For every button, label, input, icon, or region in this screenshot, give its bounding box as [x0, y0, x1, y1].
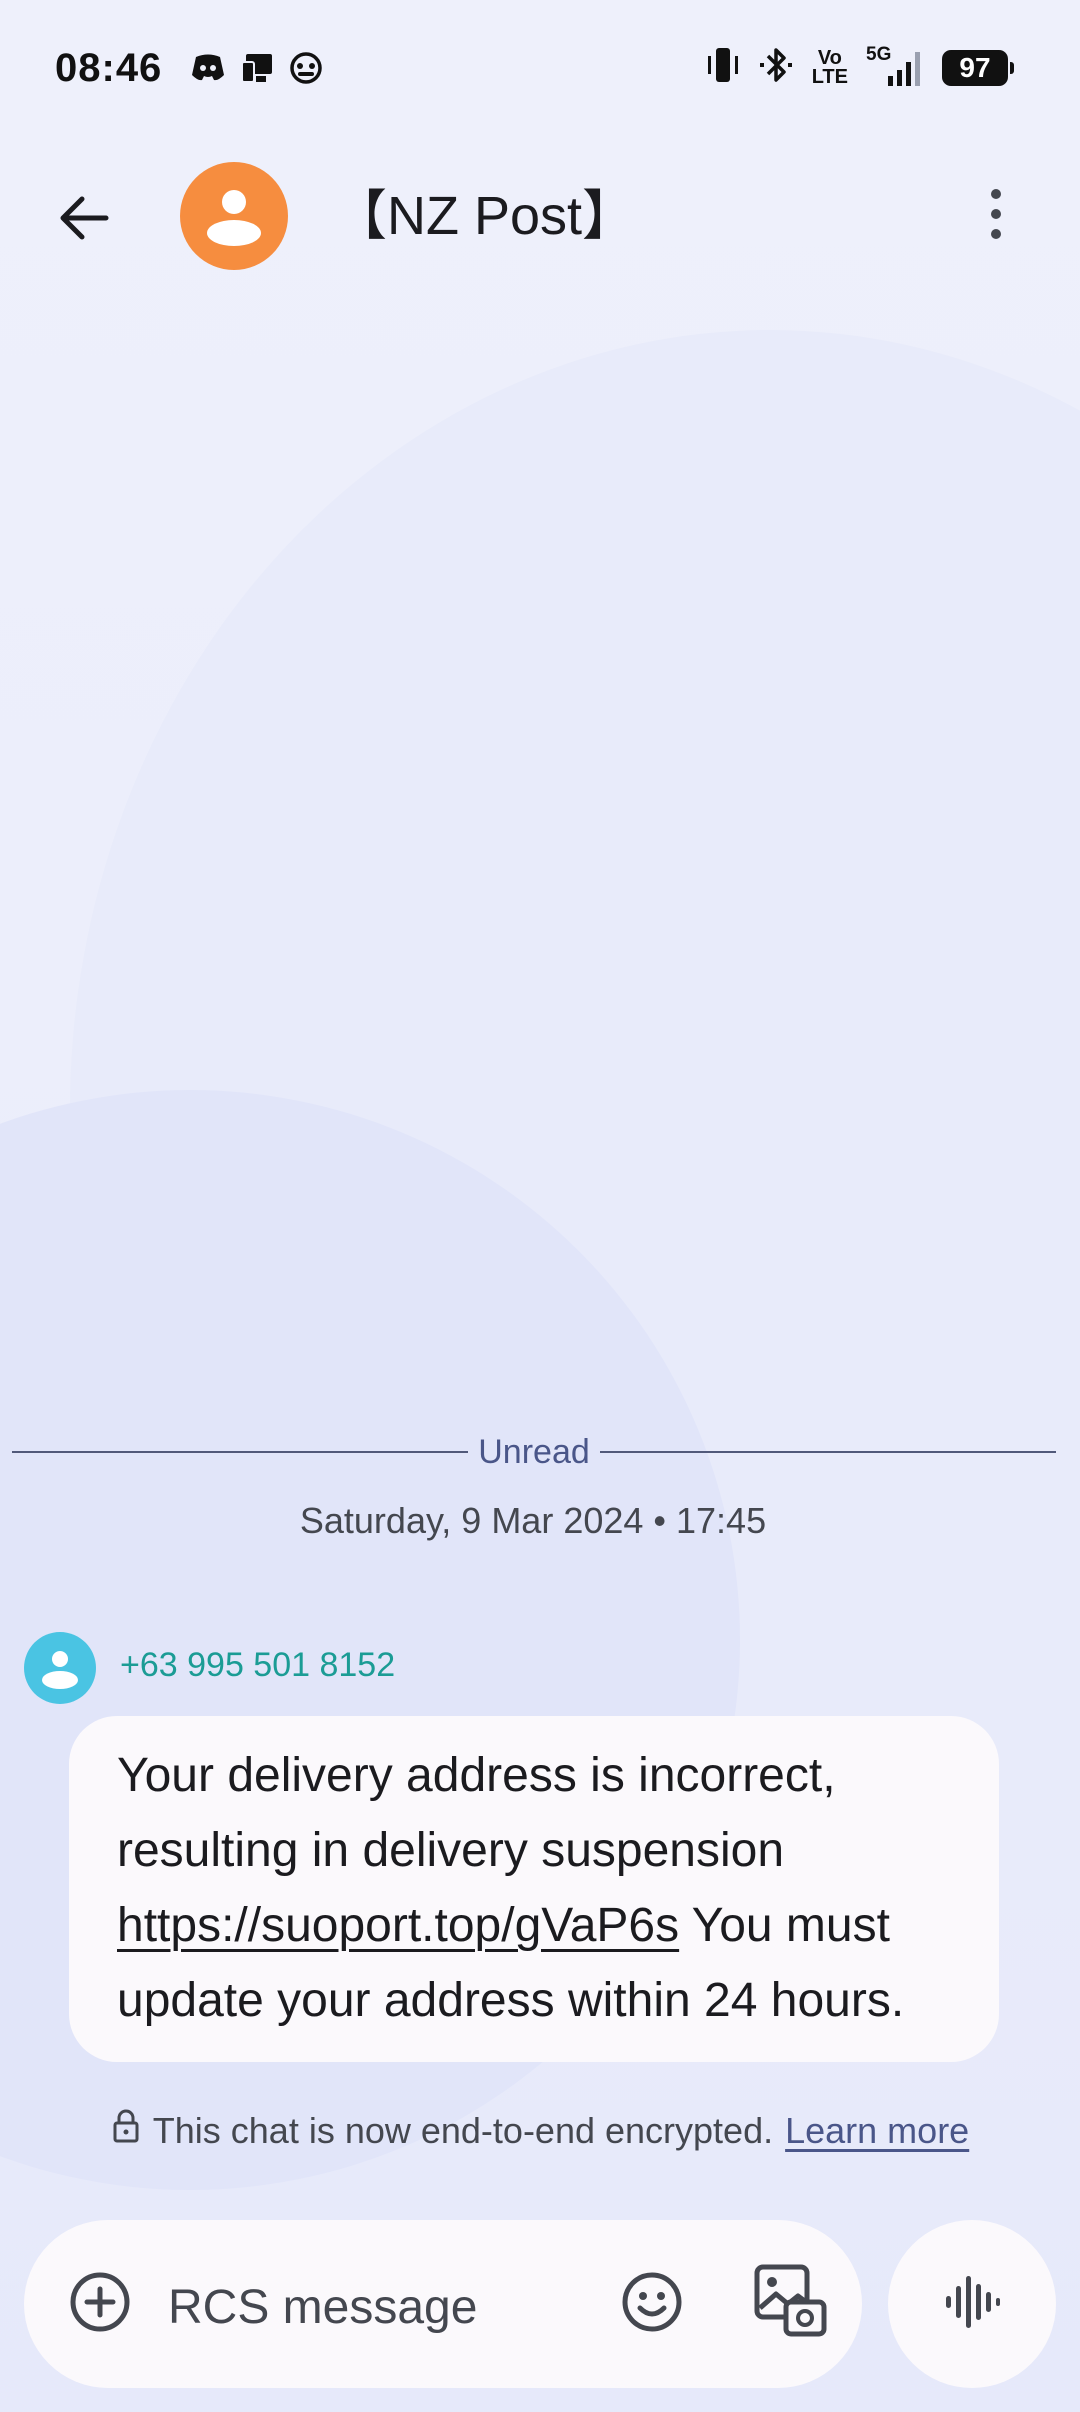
message-input[interactable]: [168, 2272, 568, 2342]
voice-waveform-icon: [942, 2272, 1002, 2337]
back-arrow-icon: [56, 190, 112, 251]
unread-divider: Unread: [12, 1430, 1057, 1474]
message-timestamp: Saturday, 9 Mar 2024 • 17:45: [299, 1500, 767, 1541]
game-controller-icon: [288, 52, 324, 89]
volte-bottom-label: LTE: [811, 65, 848, 88]
status-bar: 08:46 Vo LTE 5G 97: [0, 0, 1080, 140]
gallery-icon: [752, 2262, 828, 2343]
divider-line: [599, 1451, 1057, 1453]
learn-more-link[interactable]: Learn more: [785, 2110, 969, 2152]
message-text: Your delivery address is incorrect, resu…: [117, 1749, 836, 1877]
conversation-header: 【NZ Post】: [0, 140, 1080, 290]
add-circle-icon: [68, 2270, 132, 2339]
signal-5g-icon: 5G: [866, 44, 924, 88]
encryption-text: This chat is now end-to-end encrypted.: [152, 2109, 774, 2151]
status-time: 08:46: [55, 46, 163, 90]
encryption-notice: This chat is now end-to-end encrypted. L…: [0, 2108, 1080, 2153]
voice-message-button[interactable]: [888, 2220, 1056, 2388]
person-icon: [180, 190, 288, 270]
unread-label: Unread: [478, 1432, 590, 1471]
add-attachment-button[interactable]: [60, 2264, 140, 2344]
vibrate-icon: [706, 46, 740, 89]
more-vert-icon: [984, 184, 1008, 249]
volte-icon: Vo LTE: [811, 48, 848, 88]
contact-avatar[interactable]: [180, 162, 288, 270]
divider-line: [12, 1451, 469, 1453]
discord-icon: [190, 53, 226, 88]
lock-icon: [111, 2108, 141, 2153]
notification-icons: [190, 52, 324, 89]
sender-number: +63 995 501 8152: [120, 1646, 396, 1684]
message-bubble[interactable]: Your delivery address is incorrect, resu…: [69, 1716, 999, 2062]
more-options-button[interactable]: [956, 176, 1036, 256]
system-icons: Vo LTE 5G 97: [706, 44, 1014, 89]
back-button[interactable]: [44, 180, 124, 260]
battery-level: 97: [959, 51, 991, 83]
bluetooth-icon: [758, 46, 794, 89]
conversation-title[interactable]: 【NZ Post】: [333, 180, 636, 252]
compose-bar: [24, 2220, 862, 2388]
message-link[interactable]: https://suoport.top/gVaP6s: [117, 1899, 679, 1952]
cast-icon: [240, 52, 274, 89]
emoji-button[interactable]: [612, 2264, 692, 2344]
sender-avatar[interactable]: [24, 1632, 96, 1704]
gallery-button[interactable]: [750, 2260, 830, 2344]
emoji-icon: [620, 2270, 684, 2339]
battery-icon: 97: [942, 49, 1014, 86]
